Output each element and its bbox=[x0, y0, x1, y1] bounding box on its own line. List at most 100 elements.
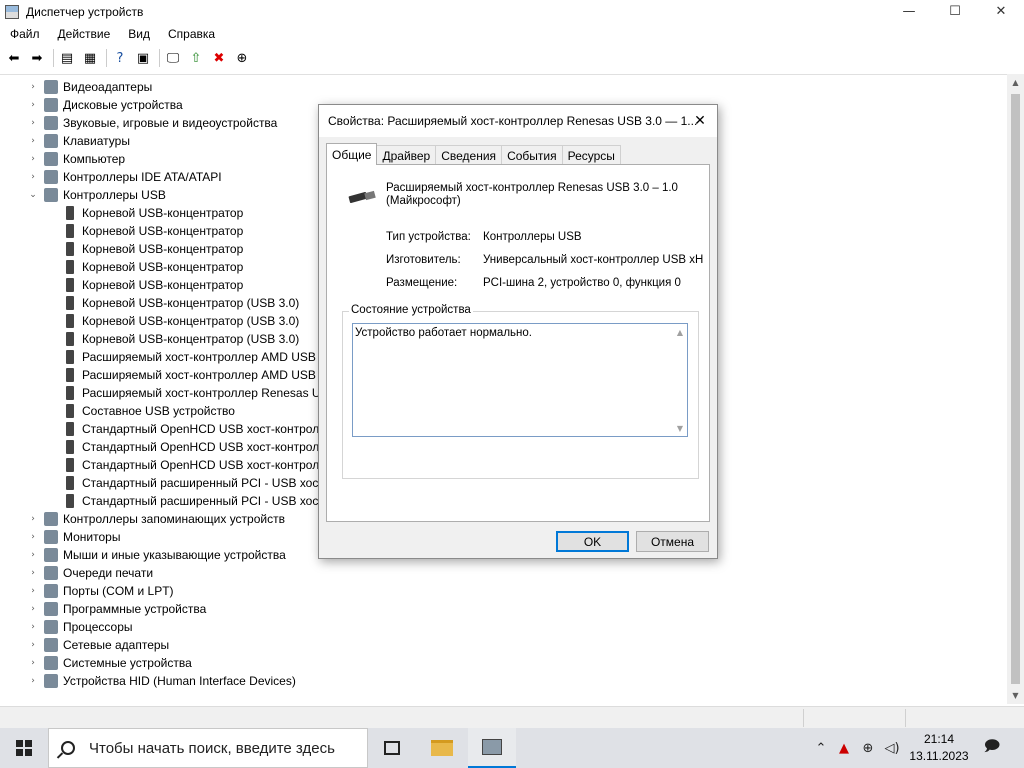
close-button[interactable]: ✕ bbox=[978, 0, 1024, 22]
tree-category[interactable]: › Видеоадаптеры bbox=[28, 78, 152, 96]
tab-details[interactable]: Сведения bbox=[435, 145, 503, 165]
tree-category[interactable]: › Дисковые устройства bbox=[28, 96, 183, 114]
disable-device-icon[interactable]: ⊕ bbox=[232, 48, 252, 68]
device-category-icon bbox=[44, 548, 58, 562]
scan-hardware-icon[interactable]: 🖵 bbox=[163, 48, 183, 68]
antivirus-tray-icon[interactable]: ▲ bbox=[834, 728, 854, 768]
scroll-down-icon[interactable]: ▼ bbox=[1007, 687, 1024, 704]
tree-scrollbar[interactable]: ▲ ▼ bbox=[1007, 74, 1024, 704]
expand-chevron-icon[interactable]: › bbox=[28, 136, 38, 146]
tree-category[interactable]: › Контроллеры IDE ATA/ATAPI bbox=[28, 168, 222, 186]
tree-device[interactable]: Составное USB устройство bbox=[47, 402, 235, 420]
properties-dialog: Свойства: Расширяемый хост-контроллер Re… bbox=[318, 104, 718, 559]
tree-category[interactable]: › Сетевые адаптеры bbox=[28, 636, 169, 654]
tree-category[interactable]: › Клавиатуры bbox=[28, 132, 130, 150]
cancel-button[interactable]: Отмена bbox=[636, 531, 709, 552]
tree-category[interactable]: › Контроллеры запоминающих устройств bbox=[28, 510, 285, 528]
expand-chevron-icon[interactable]: › bbox=[28, 100, 38, 110]
device-category-icon bbox=[44, 134, 58, 148]
device-status-textbox[interactable]: Устройство работает нормально. ▲ ▼ bbox=[352, 323, 688, 437]
tab-general[interactable]: Общие bbox=[326, 143, 378, 165]
maximize-button[interactable]: ☐ bbox=[932, 0, 978, 22]
ok-button[interactable]: OK bbox=[556, 531, 629, 552]
collapse-chevron-icon[interactable]: ⌄ bbox=[28, 190, 38, 200]
show-hidden-icons-chevron-icon[interactable]: ⌃ bbox=[812, 728, 830, 768]
menu-file[interactable]: Файл bbox=[0, 27, 48, 41]
properties-view-icon[interactable]: ▤ bbox=[57, 48, 77, 68]
tree-device[interactable]: Корневой USB-концентратор (USB 3.0) bbox=[47, 330, 299, 348]
expand-chevron-icon[interactable]: › bbox=[28, 604, 38, 614]
tree-device[interactable]: Корневой USB-концентратор bbox=[47, 258, 243, 276]
tree-category[interactable]: › Мыши и иные указывающие устройства bbox=[28, 546, 286, 564]
forward-arrow-icon[interactable]: ➡ bbox=[27, 48, 47, 68]
tree-device[interactable]: Расширяемый хост-контроллер AMD USB bbox=[47, 366, 316, 384]
status-scroll-up-icon[interactable]: ▲ bbox=[677, 328, 683, 337]
expand-chevron-icon[interactable]: › bbox=[28, 622, 38, 632]
tree-category[interactable]: ⌄ Контроллеры USB bbox=[28, 186, 166, 204]
expand-chevron-icon[interactable]: › bbox=[28, 658, 38, 668]
file-explorer-button[interactable] bbox=[418, 728, 466, 768]
tree-category[interactable]: › Программные устройства bbox=[28, 600, 206, 618]
search-placeholder: Чтобы начать поиск, введите здесь bbox=[89, 739, 335, 757]
tree-device[interactable]: Стандартный OpenHCD USB хост-контролл bbox=[47, 438, 326, 456]
tree-device[interactable]: Стандартный расширенный PCI - USB хост bbox=[47, 492, 324, 510]
taskbar-search-box[interactable]: Чтобы начать поиск, введите здесь bbox=[48, 728, 368, 768]
tree-category[interactable]: › Устройства HID (Human Interface Devices… bbox=[28, 672, 296, 690]
expand-chevron-icon[interactable]: › bbox=[28, 82, 38, 92]
device-manager-taskbar-button[interactable] bbox=[468, 728, 516, 768]
tree-device[interactable]: Корневой USB-концентратор bbox=[47, 240, 243, 258]
status-scroll-down-icon[interactable]: ▼ bbox=[677, 424, 683, 433]
menu-view[interactable]: Вид bbox=[118, 27, 158, 41]
volume-icon[interactable]: ◁) bbox=[882, 728, 902, 768]
expand-chevron-icon[interactable]: › bbox=[28, 586, 38, 596]
tree-category[interactable]: › Компьютер bbox=[28, 150, 125, 168]
expand-chevron-icon[interactable]: › bbox=[28, 676, 38, 686]
help-icon[interactable]: ? bbox=[110, 48, 130, 68]
properties-icon[interactable]: ▦ bbox=[80, 48, 100, 68]
tree-category[interactable]: › Системные устройства bbox=[28, 654, 192, 672]
tree-device[interactable]: Стандартный OpenHCD USB хост-контролл bbox=[47, 456, 326, 474]
expand-chevron-icon[interactable]: › bbox=[28, 640, 38, 650]
tree-device[interactable]: Стандартный расширенный PCI - USB хост bbox=[47, 474, 324, 492]
tree-device[interactable]: Корневой USB-концентратор bbox=[47, 204, 243, 222]
uninstall-device-icon[interactable]: ✖ bbox=[209, 48, 229, 68]
show-hidden-icon[interactable]: ▣ bbox=[133, 48, 153, 68]
tree-category[interactable]: › Очереди печати bbox=[28, 564, 153, 582]
usb-device-icon bbox=[66, 476, 74, 490]
tree-category[interactable]: › Процессоры bbox=[28, 618, 133, 636]
minimize-button[interactable]: — bbox=[886, 0, 932, 22]
menu-help[interactable]: Справка bbox=[158, 27, 223, 41]
task-view-button[interactable] bbox=[368, 728, 416, 768]
tree-device[interactable]: Стандартный OpenHCD USB хост-контролл bbox=[47, 420, 326, 438]
dialog-close-button[interactable]: ✕ bbox=[689, 111, 711, 131]
tree-device[interactable]: Расширяемый хост-контроллер AMD USB bbox=[47, 348, 316, 366]
tab-events[interactable]: События bbox=[501, 145, 563, 165]
start-button[interactable] bbox=[0, 728, 48, 768]
expand-chevron-icon[interactable]: › bbox=[28, 514, 38, 524]
expand-chevron-icon[interactable]: › bbox=[28, 118, 38, 128]
network-globe-icon[interactable]: ⊕ bbox=[858, 728, 878, 768]
tree-category[interactable]: › Мониторы bbox=[28, 528, 120, 546]
expand-chevron-icon[interactable]: › bbox=[28, 172, 38, 182]
tree-category[interactable]: › Звуковые, игровые и видеоустройства bbox=[28, 114, 277, 132]
tree-item-label: Порты (COM и LPT) bbox=[63, 584, 174, 598]
tree-category[interactable]: › Порты (COM и LPT) bbox=[28, 582, 174, 600]
tree-device[interactable]: Корневой USB-концентратор bbox=[47, 222, 243, 240]
tree-device[interactable]: Корневой USB-концентратор (USB 3.0) bbox=[47, 294, 299, 312]
back-arrow-icon[interactable]: ⬅ bbox=[4, 48, 24, 68]
scroll-up-icon[interactable]: ▲ bbox=[1007, 74, 1024, 91]
expand-chevron-icon[interactable]: › bbox=[28, 532, 38, 542]
expand-chevron-icon[interactable]: › bbox=[28, 550, 38, 560]
update-driver-icon[interactable]: ⇧ bbox=[186, 48, 206, 68]
notifications-icon[interactable]: 🗩 bbox=[980, 728, 1004, 768]
tree-device[interactable]: Расширяемый хост-контроллер Renesas U bbox=[47, 384, 321, 402]
menu-action[interactable]: Действие bbox=[48, 27, 119, 41]
clock[interactable]: 21:14 13.11.2023 bbox=[908, 731, 970, 765]
tab-driver[interactable]: Драйвер bbox=[376, 145, 437, 165]
expand-chevron-icon[interactable]: › bbox=[28, 154, 38, 164]
tab-resources[interactable]: Ресурсы bbox=[561, 145, 621, 165]
scrollbar-thumb[interactable] bbox=[1011, 94, 1020, 684]
expand-chevron-icon[interactable]: › bbox=[28, 568, 38, 578]
tree-device[interactable]: Корневой USB-концентратор bbox=[47, 276, 243, 294]
tree-device[interactable]: Корневой USB-концентратор (USB 3.0) bbox=[47, 312, 299, 330]
